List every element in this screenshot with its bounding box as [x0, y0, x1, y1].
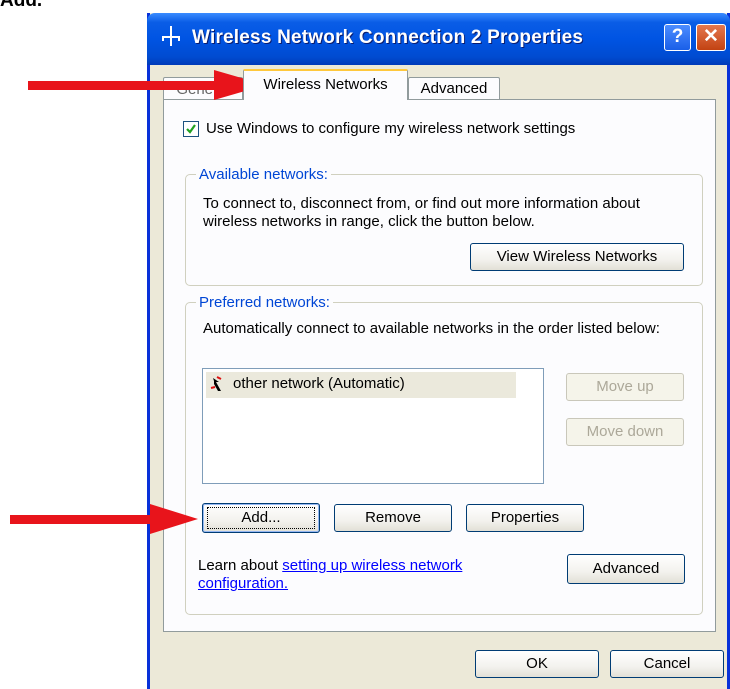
available-networks-title: Available networks: — [196, 166, 331, 183]
preferred-networks-title: Preferred networks: — [196, 294, 333, 311]
arrow-to-add-button — [10, 502, 200, 539]
ok-button[interactable]: OK — [475, 650, 599, 678]
remove-button[interactable]: Remove — [334, 504, 452, 532]
help-button[interactable]: ? — [664, 24, 691, 51]
window-title: Wireless Network Connection 2 Properties — [192, 27, 584, 48]
cancel-button[interactable]: Cancel — [610, 650, 724, 678]
move-down-button[interactable]: Move down — [566, 418, 684, 446]
use-windows-label[interactable]: Use Windows to configure my wireless net… — [206, 120, 575, 137]
add-button[interactable]: Add... — [202, 503, 320, 533]
wireless-network-icon — [210, 376, 226, 394]
tab-advanced[interactable]: Advanced — [408, 77, 500, 100]
properties-button[interactable]: Properties — [466, 504, 584, 532]
learn-about-prefix: Learn about — [198, 557, 283, 574]
focus-indicator — [207, 507, 315, 529]
learn-about-text: Learn about setting up wireless network … — [198, 557, 528, 593]
advanced-button[interactable]: Advanced — [567, 554, 685, 584]
checkmark-icon — [186, 124, 196, 134]
arrow-to-wireless-tab — [28, 68, 268, 105]
network-icon — [160, 24, 182, 48]
view-wireless-networks-button[interactable]: View Wireless Networks — [470, 243, 684, 271]
tab-wireless-networks[interactable]: Wireless Networks — [243, 69, 408, 100]
available-networks-description: To connect to, disconnect from, or find … — [203, 195, 640, 230]
preferred-networks-description: Automatically connect to available netwo… — [203, 320, 660, 337]
move-up-button[interactable]: Move up — [566, 373, 684, 401]
caption-text: Add. — [0, 0, 43, 11]
use-windows-checkbox[interactable] — [183, 121, 199, 137]
network-name: other network (Automatic) — [233, 375, 405, 392]
close-button[interactable]: ✕ — [696, 24, 726, 51]
